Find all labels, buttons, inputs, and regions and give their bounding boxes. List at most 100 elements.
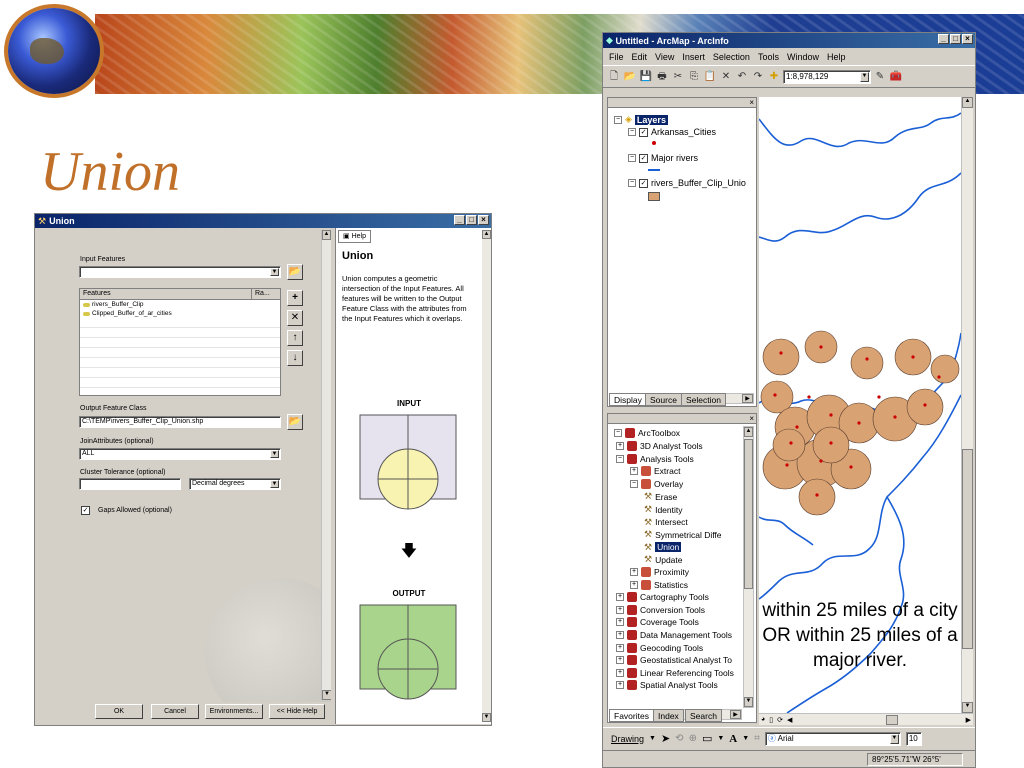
close-icon[interactable]: × (749, 414, 754, 423)
expand-icon[interactable]: + (630, 580, 638, 589)
toolbox-tree-item[interactable]: + Data Management Tools (616, 630, 732, 640)
scroll-left-icon[interactable]: ◀ (787, 716, 792, 724)
open-icon[interactable]: 📂 (623, 70, 637, 84)
join-attributes-select[interactable]: ALL ▼ (79, 448, 281, 460)
city-point[interactable] (819, 345, 823, 349)
expand-icon[interactable]: + (630, 568, 638, 576)
toc-tab[interactable]: Source (645, 393, 682, 406)
chevron-down-icon[interactable]: ▼ (270, 480, 279, 488)
expand-icon[interactable]: + (616, 605, 624, 614)
buffer-polygon[interactable] (762, 338, 800, 376)
city-point[interactable] (849, 465, 853, 469)
toolbox-tab[interactable]: Favorites (609, 709, 654, 722)
scroll-thumb[interactable] (744, 439, 753, 589)
scroll-right-icon[interactable]: ▶ (742, 394, 753, 403)
toolbox-tree-item[interactable]: ⚒ Union (644, 542, 682, 553)
toc-layers-root[interactable]: − ◈ Layers (614, 114, 668, 125)
toc-tab[interactable]: Selection (681, 393, 726, 406)
buffer-polygon[interactable] (798, 478, 836, 516)
new-document-icon[interactable]: 🗋 (607, 70, 621, 84)
scroll-right-icon[interactable]: ▶ (730, 710, 741, 719)
city-point[interactable] (865, 357, 869, 361)
scroll-up-icon[interactable]: ▲ (482, 230, 491, 239)
map-scale-select[interactable]: 1:8,978,129 ▼ (783, 69, 871, 84)
editor-icon[interactable]: ✎ (873, 70, 887, 84)
city-point[interactable] (789, 441, 793, 445)
delete-icon[interactable]: ✕ (719, 70, 733, 84)
col-features[interactable]: Features (80, 289, 252, 299)
city-point[interactable] (829, 413, 833, 417)
buffer-polygon[interactable] (812, 426, 850, 464)
city-point[interactable] (829, 441, 833, 445)
font-size-field[interactable]: 10 (905, 731, 922, 746)
environments-button[interactable]: Environments... (205, 704, 263, 719)
toolbox-tree-item[interactable]: ⚒ Erase (644, 491, 677, 502)
buffer-polygon[interactable] (772, 428, 806, 462)
scroll-down-icon[interactable]: ▼ (962, 702, 973, 713)
remove-row-button[interactable]: ✕ (287, 310, 303, 326)
toc-layer-cities[interactable]: − ✓ Arkansas_Cities (628, 127, 716, 137)
drawing-menu[interactable]: Drawing (611, 734, 644, 744)
cluster-tolerance-input[interactable] (79, 478, 181, 490)
close-icon[interactable]: × (749, 98, 754, 107)
menu-item[interactable]: Insert (682, 52, 705, 62)
zoom-element-icon[interactable]: ⊕ (689, 733, 697, 744)
chevron-down-icon[interactable]: ▼ (717, 735, 724, 742)
city-point[interactable] (773, 393, 777, 397)
callout-icon[interactable]: ⌗ (754, 733, 760, 744)
scroll-up-icon[interactable]: ▲ (744, 427, 753, 437)
city-point[interactable] (779, 351, 783, 355)
chevron-down-icon[interactable]: ▼ (649, 735, 656, 742)
redo-icon[interactable]: ↷ (751, 70, 765, 84)
toolbox-vscrollbar[interactable]: ▲ ▼ (743, 426, 754, 708)
city-point[interactable] (937, 375, 941, 379)
toolbox-tab[interactable]: Index (653, 709, 684, 722)
menu-item[interactable]: Edit (632, 52, 648, 62)
collapse-icon[interactable]: − (630, 479, 638, 488)
rotate-icon[interactable]: ⟲ (675, 733, 683, 744)
close-button[interactable]: × (962, 34, 973, 44)
layer-visibility-checkbox[interactable]: ✓ (639, 127, 648, 137)
toolbox-tree-item[interactable]: + Geostatistical Analyst To (616, 655, 732, 666)
table-row[interactable]: Clipped_Buffer_of_ar_cities (80, 309, 280, 318)
hide-help-button[interactable]: << Hide Help (269, 704, 325, 719)
col-rank[interactable]: Ra... (252, 289, 270, 299)
expand-icon[interactable]: + (616, 618, 624, 627)
city-point[interactable] (893, 415, 897, 419)
menu-item[interactable]: Selection (713, 52, 750, 62)
toolbox-tree-item[interactable]: − Overlay (630, 478, 683, 489)
city-point[interactable] (785, 463, 789, 467)
toolbox-tree-item[interactable]: + Cartography Tools (616, 592, 709, 603)
city-point[interactable] (877, 395, 881, 399)
move-up-button[interactable]: ↑ (287, 330, 303, 346)
collapse-icon[interactable]: − (628, 154, 636, 162)
open-folder-button[interactable]: 📂 (287, 264, 303, 280)
data-view-icon[interactable]: ◕ (761, 716, 765, 723)
menu-item[interactable]: Tools (758, 52, 779, 62)
undo-icon[interactable]: ↶ (735, 70, 749, 84)
menu-item[interactable]: Window (787, 52, 819, 62)
toolbox-tree-item[interactable]: + Linear Referencing Tools (616, 667, 734, 678)
toolbox-tree-item[interactable]: + Spatial Analyst Tools (616, 680, 718, 691)
chevron-down-icon[interactable]: ▼ (270, 450, 279, 458)
scroll-up-icon[interactable]: ▲ (322, 230, 331, 240)
add-data-icon[interactable]: ✚ (767, 70, 781, 84)
toolbox-tree-item[interactable]: + Conversion Tools (616, 604, 705, 615)
help-tab[interactable]: ▣ Help (338, 230, 371, 243)
scroll-down-icon[interactable]: ▼ (482, 713, 491, 722)
table-row[interactable]: rivers_Buffer_Clip (80, 300, 280, 309)
chevron-down-icon[interactable]: ▼ (270, 268, 279, 276)
chevron-down-icon[interactable]: ▼ (889, 733, 899, 744)
copy-icon[interactable]: ⎘ (687, 70, 701, 84)
toolbox-tree-item[interactable]: ⚒ Update (644, 554, 683, 565)
input-features-combo[interactable]: ▼ (79, 266, 281, 278)
cut-icon[interactable]: ✂ (671, 70, 685, 84)
chevron-down-icon[interactable]: ▼ (742, 735, 749, 742)
minimize-button[interactable]: _ (454, 215, 465, 225)
menu-item[interactable]: File (609, 52, 624, 62)
expand-icon[interactable]: + (616, 442, 624, 450)
scroll-right-icon[interactable]: ▶ (966, 716, 971, 724)
ok-button[interactable]: OK (95, 704, 143, 719)
toolbox-tree-item[interactable]: − Analysis Tools (616, 453, 694, 464)
buffer-polygon[interactable] (850, 346, 884, 380)
